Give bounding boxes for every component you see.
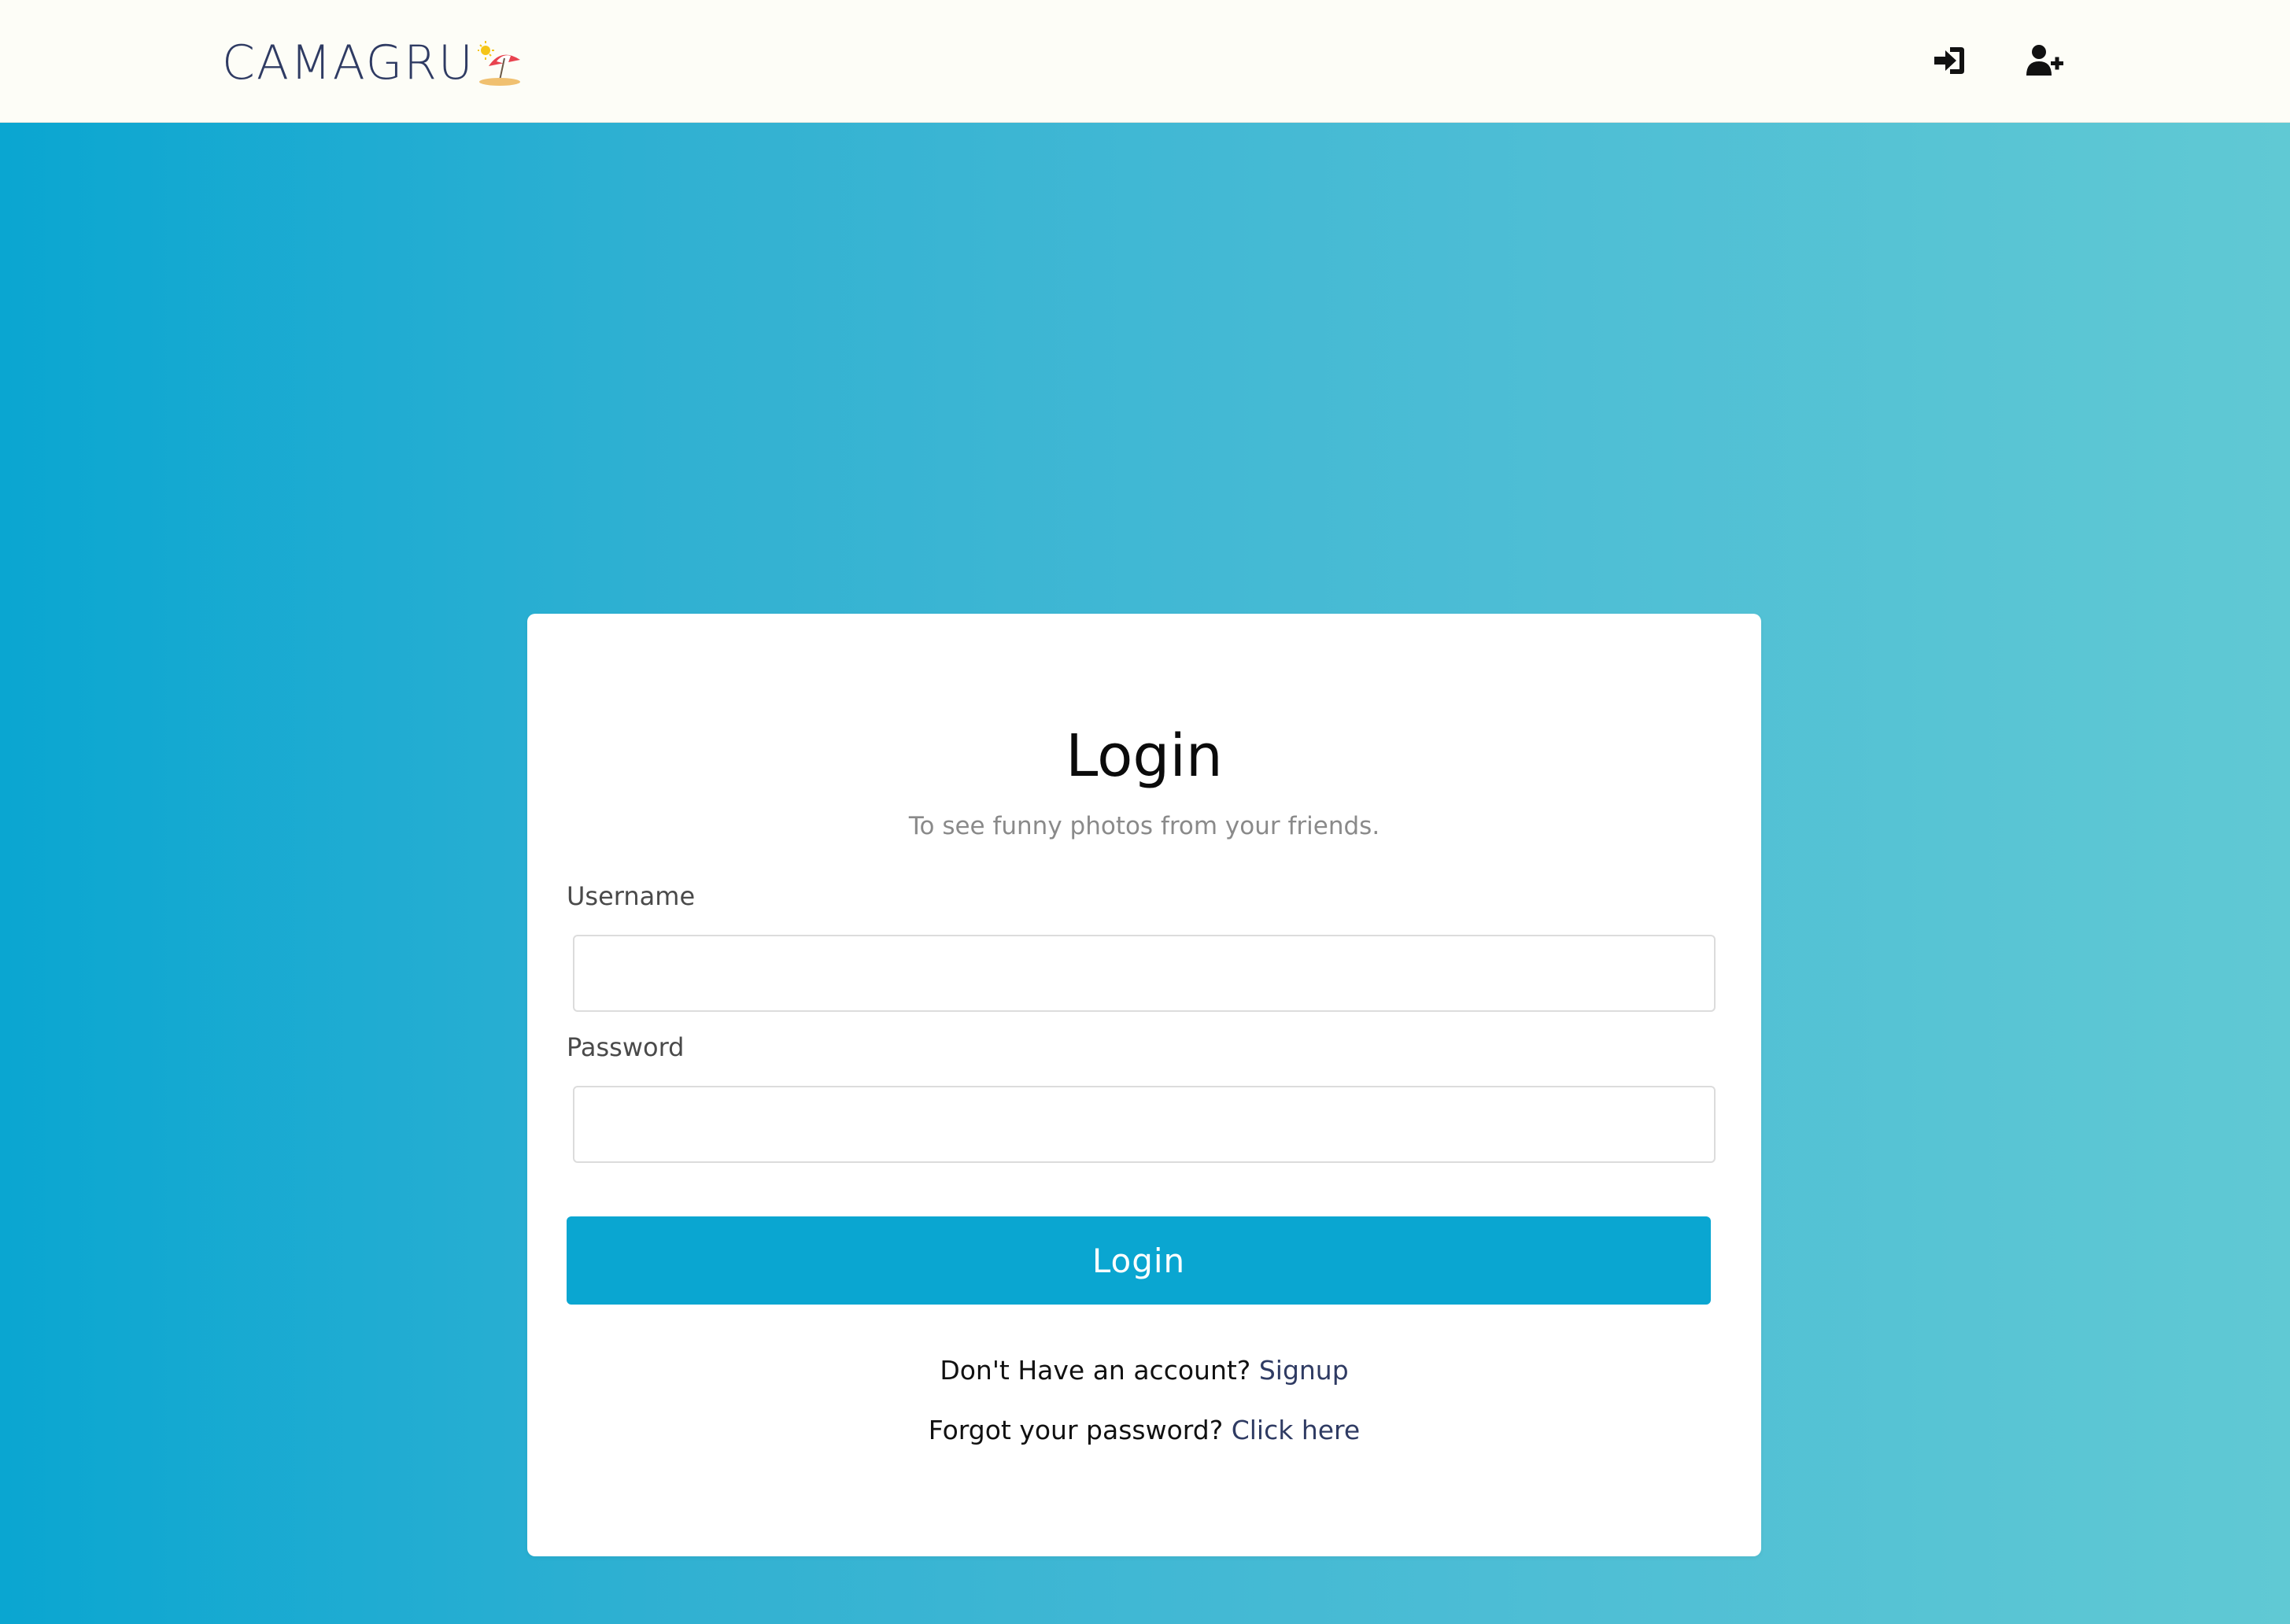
login-button[interactable]: Login (567, 1216, 1711, 1305)
forgot-prompt: Forgot your password? (928, 1415, 1224, 1445)
username-input[interactable] (573, 935, 1716, 1012)
beach-umbrella-icon (477, 39, 522, 87)
sign-in-icon[interactable] (1931, 42, 1967, 79)
forgot-password-line: Forgot your password? Click here (527, 1415, 1761, 1445)
forgot-password-link[interactable]: Click here (1232, 1415, 1361, 1445)
username-label: Username (567, 881, 696, 911)
password-input[interactable] (573, 1086, 1716, 1163)
brand-name: CAMAGRU (222, 35, 475, 90)
user-plus-icon[interactable] (2026, 42, 2063, 79)
brand-logo-link[interactable]: CAMAGRU (222, 31, 522, 94)
navbar-actions (1931, 42, 2063, 79)
login-card: Login To see funny photos from your frie… (527, 614, 1761, 1556)
hero-background: Login To see funny photos from your frie… (0, 123, 2290, 1624)
signup-prompt: Don't Have an account? (940, 1355, 1251, 1386)
signup-link[interactable]: Signup (1259, 1355, 1349, 1386)
password-label: Password (567, 1032, 685, 1062)
page-subtitle: To see funny photos from your friends. (908, 812, 1380, 840)
signup-line: Don't Have an account? Signup (527, 1355, 1761, 1386)
navbar: CAMAGRU (0, 0, 2290, 123)
page-title: Login (1066, 722, 1223, 790)
